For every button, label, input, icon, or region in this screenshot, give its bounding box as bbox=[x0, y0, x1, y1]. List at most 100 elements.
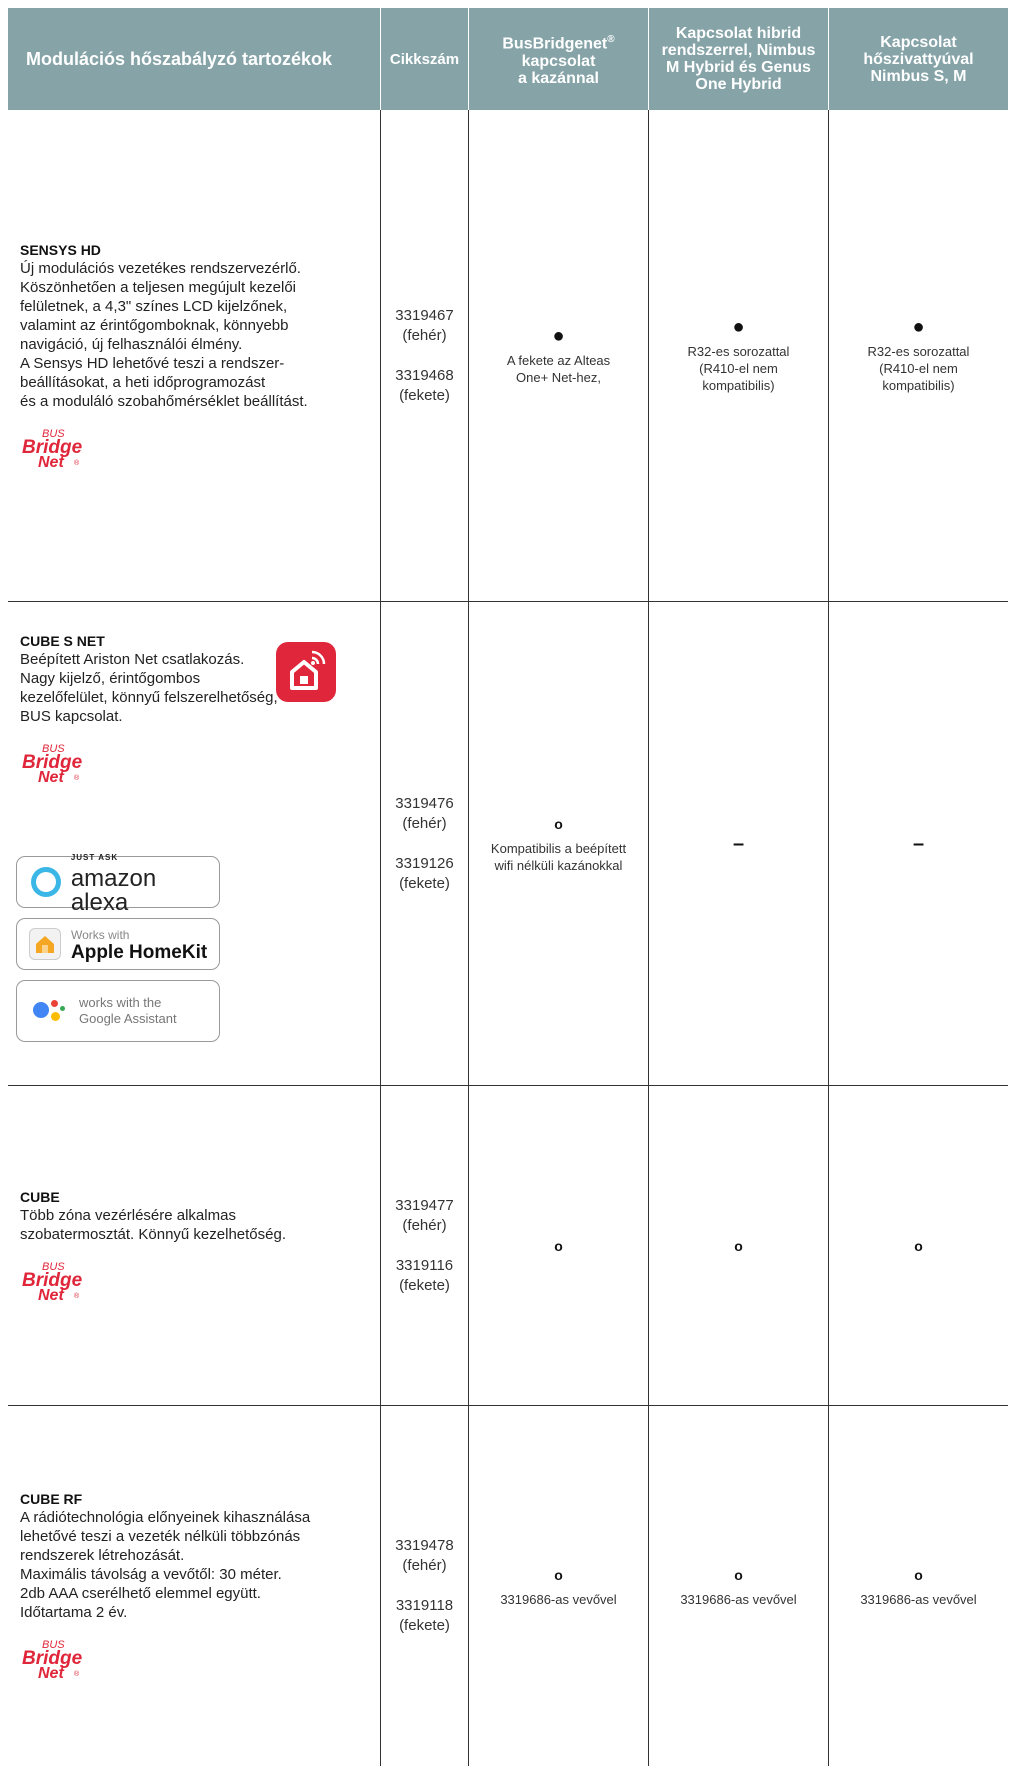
document-page: Modulációs hőszabályzó tartozékok Cikksz… bbox=[0, 0, 1016, 1766]
logo-net: Net bbox=[38, 769, 64, 786]
row-cube-s-net-busbridgenet: o Kompatibilis a beépített wifi nélküli … bbox=[468, 602, 648, 1086]
open-circle-marker: o bbox=[554, 1566, 563, 1583]
busbridgenet-logo: BUS Bridge Net ® bbox=[22, 743, 83, 786]
dash-marker: – bbox=[732, 832, 745, 855]
smart-home-app-icon bbox=[276, 642, 336, 702]
code-black: 3319468 bbox=[395, 366, 454, 384]
row-cube-rf-description: CUBE RF A rádiótechnológia előnyeinek ki… bbox=[8, 1406, 380, 1766]
row-cube-busbridgenet: o bbox=[468, 1086, 648, 1406]
alexa-label: amazon alexa bbox=[70, 865, 157, 916]
busbridgenet-logo: BUS Bridge Net ® bbox=[22, 428, 83, 471]
row-cube-rf-code: 3319478 (fehér) 3319118 (fekete) bbox=[380, 1406, 468, 1766]
row-sensys-hd-description: SENSYS HD Új modulációs vezetékes rendsz… bbox=[8, 110, 380, 602]
code-black-note: (fekete) bbox=[399, 1276, 450, 1294]
row-sensys-hd-hybrid: ● R32-es sorozattal (R410-el nem kompati… bbox=[648, 110, 828, 602]
product-description: Új modulációs vezetékes rendszervezérlő.… bbox=[20, 259, 308, 410]
header-busbridgenet-rest: kapcsolat a kazánnal bbox=[518, 52, 599, 87]
product-description: Több zóna vezérlésére alkalmas szobaterm… bbox=[20, 1206, 286, 1243]
amazon-alexa-badge: JUST ASK amazon alexa bbox=[16, 853, 220, 915]
product-description: A rádiótechnológia előnyeinek kihasználá… bbox=[20, 1509, 311, 1621]
filled-dot-marker: ● bbox=[732, 316, 745, 338]
code-white: 3319467 bbox=[395, 306, 454, 324]
header-heat-pump: Kapcsolat hőszivattyúval Nimbus S, M bbox=[828, 8, 1008, 110]
product-name: CUBE RF bbox=[20, 1491, 83, 1507]
row-sensys-hd-code: 3319467 (fehér) 3319468 (fekete) bbox=[380, 110, 468, 602]
code-block: 3319476 (fehér) 3319126 (fekete) bbox=[395, 794, 453, 894]
google-line-1: works with the bbox=[79, 995, 162, 1010]
open-circle-marker: o bbox=[554, 1237, 563, 1254]
code-black-note: (fekete) bbox=[399, 1617, 450, 1634]
compat-note: 3319686-as vevővel bbox=[500, 1591, 617, 1607]
code-block: 3319467 (fehér) 3319468 (fekete) bbox=[395, 306, 453, 406]
row-cube-s-net-code: 3319476 (fehér) 3319126 (fekete) bbox=[380, 602, 468, 1086]
code-white-note: (fehér) bbox=[402, 814, 447, 832]
product-name: CUBE S NET bbox=[20, 633, 105, 649]
open-circle-marker: o bbox=[734, 1566, 743, 1583]
voice-assistant-badges: JUST ASK amazon alexa Works with Apple H… bbox=[16, 853, 220, 1052]
code-block: 3319477 (fehér) 3319116 (fekete) bbox=[395, 1196, 453, 1296]
code-white-note: (fehér) bbox=[402, 326, 447, 344]
header-busbridgenet-title: BusBridgenet bbox=[502, 35, 608, 53]
code-white: 3319478 bbox=[395, 1537, 454, 1554]
logo-reg: ® bbox=[74, 459, 80, 467]
open-circle-marker: o bbox=[554, 815, 563, 832]
busbridgenet-logo: BUS Bridge Net ® bbox=[22, 1261, 83, 1304]
logo-reg: ® bbox=[74, 1292, 80, 1300]
busbridgenet-logo: BUS Bridge Net ® bbox=[22, 1639, 83, 1682]
homekit-house-icon bbox=[29, 928, 61, 960]
row-cube-rf-hybrid: o 3319686-as vevővel bbox=[648, 1406, 828, 1766]
row-cube-s-net-hybrid: – bbox=[648, 602, 828, 1086]
house-wifi-icon bbox=[290, 650, 326, 690]
logo-net: Net bbox=[38, 1287, 64, 1304]
code-white: 3319476 bbox=[395, 794, 454, 812]
google-assistant-badge: works with the Google Assistant bbox=[16, 980, 220, 1042]
google-assistant-dots-icon bbox=[33, 996, 67, 1026]
row-cube-s-net-heat-pump: – bbox=[828, 602, 1008, 1086]
row-cube-rf-busbridgenet: o 3319686-as vevővel bbox=[468, 1406, 648, 1766]
logo-reg: ® bbox=[74, 1670, 80, 1678]
filled-dot-marker: ● bbox=[552, 324, 565, 347]
dash-marker: – bbox=[912, 832, 925, 855]
row-sensys-hd-heat-pump: ● R32-es sorozattal (R410-el nem kompati… bbox=[828, 110, 1008, 602]
code-white-note: (fehér) bbox=[402, 1216, 447, 1234]
row-cube-s-net-description: CUBE S NET Beépített Ariston Net csatlak… bbox=[8, 602, 380, 1086]
header-hybrid: Kapcsolat hibrid rendszerrel, Nimbus M H… bbox=[648, 8, 828, 110]
compat-note: R32-es sorozattal (R410-el nem kompatibi… bbox=[867, 344, 970, 393]
logo-net: Net bbox=[38, 454, 64, 471]
open-circle-marker: o bbox=[914, 1237, 923, 1254]
row-cube-heat-pump: o bbox=[828, 1086, 1008, 1406]
alexa-ring-icon bbox=[31, 867, 61, 897]
homekit-label: Apple HomeKit bbox=[71, 942, 208, 963]
logo-reg: ® bbox=[74, 774, 80, 782]
code-white-note: (fehér) bbox=[402, 1557, 447, 1574]
compat-note: A fekete az Alteas One+ Net-hez, bbox=[506, 352, 611, 385]
row-cube-description: CUBE Több zóna vezérlésére alkalmas szob… bbox=[8, 1086, 380, 1406]
open-circle-marker: o bbox=[914, 1566, 923, 1583]
google-line-2: Google Assistant bbox=[79, 1011, 177, 1026]
header-busbridgenet: BusBridgenet® kapcsolat a kazánnal bbox=[468, 8, 648, 110]
code-black: 3319126 bbox=[395, 854, 454, 872]
filled-dot-marker: ● bbox=[912, 316, 925, 338]
code-block: 3319478 (fehér) 3319118 (fekete) bbox=[395, 1536, 453, 1636]
open-circle-marker: o bbox=[734, 1237, 743, 1254]
product-description: Beépített Ariston Net csatlakozás. Nagy … bbox=[20, 651, 278, 725]
code-black: 3319118 bbox=[395, 1597, 454, 1614]
logo-net: Net bbox=[38, 1665, 64, 1682]
compat-note: R32-es sorozattal (R410-el nem kompatibi… bbox=[687, 344, 790, 393]
compat-note: 3319686-as vevővel bbox=[680, 1591, 797, 1607]
compat-note: Kompatibilis a beépített wifi nélküli ka… bbox=[490, 840, 627, 873]
row-cube-hybrid: o bbox=[648, 1086, 828, 1406]
product-name: SENSYS HD bbox=[20, 241, 101, 258]
code-white: 3319477 bbox=[395, 1196, 454, 1214]
header-accessories: Modulációs hőszabályzó tartozékok bbox=[8, 8, 380, 110]
row-sensys-hd-busbridgenet: ● A fekete az Alteas One+ Net-hez, bbox=[468, 110, 648, 602]
code-black: 3319116 bbox=[395, 1256, 454, 1274]
header-article-number: Cikkszám bbox=[380, 8, 468, 110]
row-cube-rf-heat-pump: o 3319686-as vevővel bbox=[828, 1406, 1008, 1766]
header-registered-mark: ® bbox=[607, 34, 615, 46]
product-name: CUBE bbox=[20, 1188, 60, 1205]
code-black-note: (fekete) bbox=[399, 874, 450, 892]
accessories-table: Modulációs hőszabályzó tartozékok Cikksz… bbox=[8, 8, 1008, 1766]
apple-homekit-badge: Works with Apple HomeKit bbox=[16, 918, 220, 970]
code-black-note: (fekete) bbox=[399, 386, 450, 404]
